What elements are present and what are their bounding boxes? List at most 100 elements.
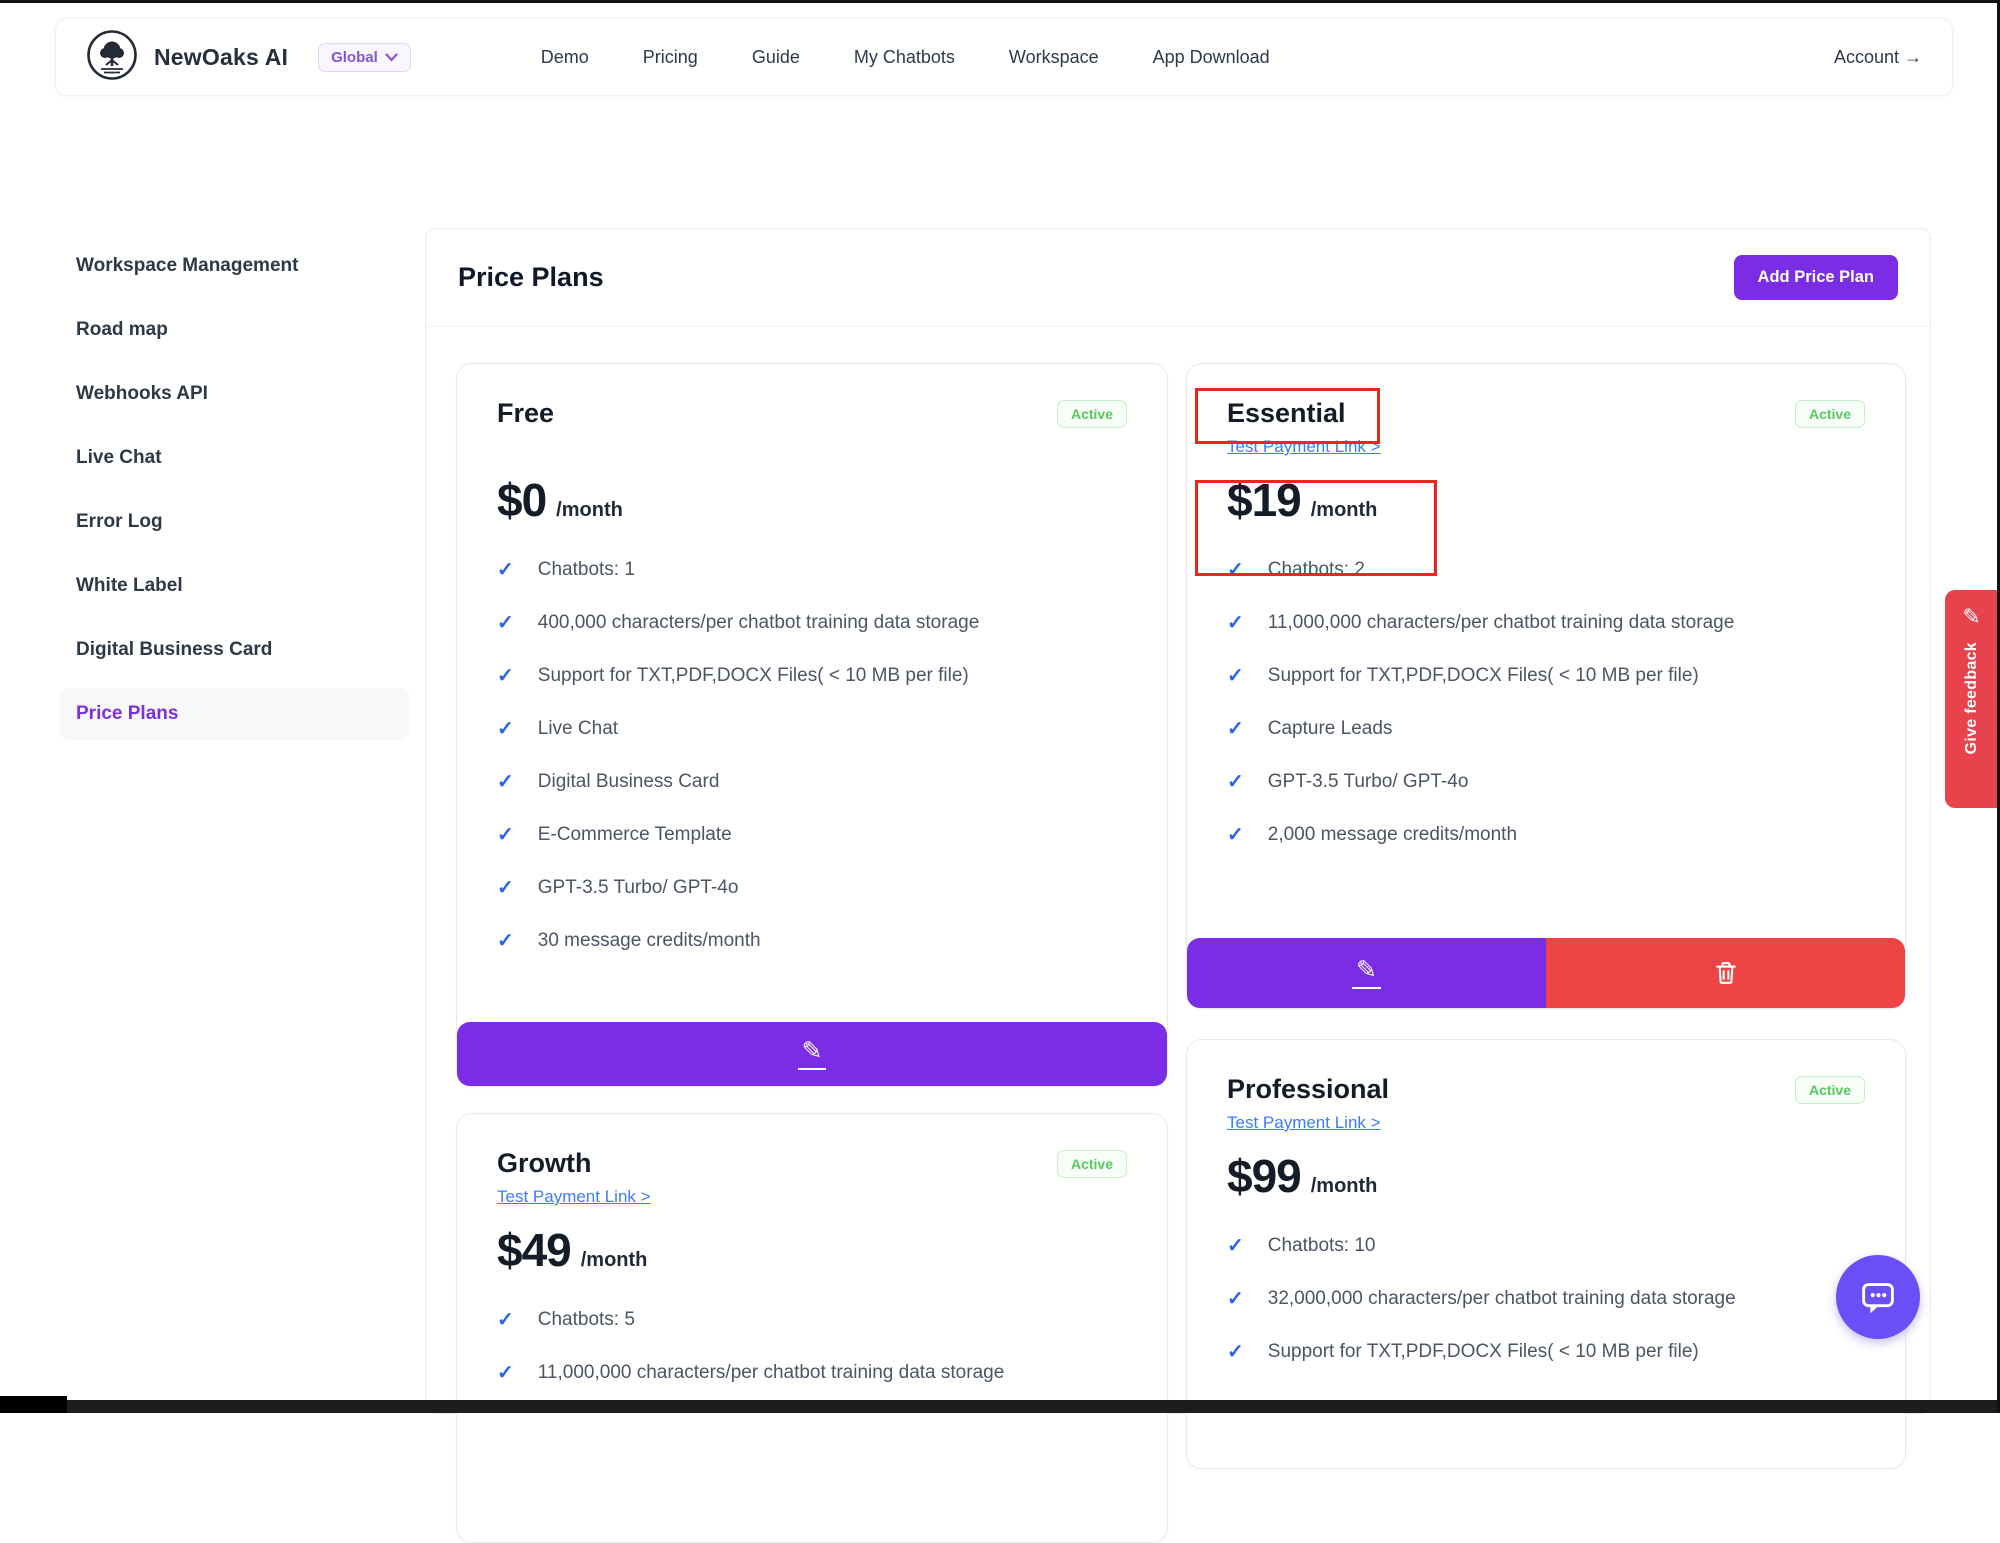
top-navigation-bar: NewOaks AI Global Demo Pricing Guide My … xyxy=(55,18,1953,96)
check-icon: ✓ xyxy=(1227,1341,1244,1363)
chat-widget-button[interactable] xyxy=(1836,1255,1920,1339)
chat-bubble-icon xyxy=(1855,1274,1901,1320)
status-badge: Active xyxy=(1795,400,1865,428)
price-amount: $0 xyxy=(497,473,546,527)
feature-item: ✓GPT-3.5 Turbo/ GPT-4o xyxy=(497,877,1127,899)
check-icon: ✓ xyxy=(1227,824,1244,846)
feature-item: ✓30 message credits/month xyxy=(497,930,1127,952)
account-link[interactable]: Account → xyxy=(1834,47,1922,68)
nav-item-pricing[interactable]: Pricing xyxy=(643,47,698,68)
sidebar-item-workspace-management[interactable]: Workspace Management xyxy=(60,240,410,292)
sidebar-item-white-label[interactable]: White Label xyxy=(60,560,410,612)
page-title: Price Plans xyxy=(458,262,604,293)
price-period: /month xyxy=(1311,1175,1378,1198)
check-icon: ✓ xyxy=(497,877,514,899)
brand-name: NewOaks AI xyxy=(154,44,288,71)
price-period: /month xyxy=(581,1249,648,1272)
give-feedback-tab[interactable]: ✎ Give feedback xyxy=(1945,590,1998,808)
plan-name: Free xyxy=(497,398,554,429)
status-badge: Active xyxy=(1795,1076,1865,1104)
feature-item: ✓Support for TXT,PDF,DOCX Files( < 10 MB… xyxy=(1227,1341,1865,1363)
price-amount: $49 xyxy=(497,1223,571,1277)
nav-item-guide[interactable]: Guide xyxy=(752,47,800,68)
price-period: /month xyxy=(1311,499,1378,522)
nav-item-workspace[interactable]: Workspace xyxy=(1009,47,1099,68)
edit-plan-button[interactable]: ✎ xyxy=(1187,938,1546,1008)
edit-icon: ✎ xyxy=(798,1039,827,1070)
plan-card-essential: Essential Active Test Payment Link > $19… xyxy=(1186,363,1906,1009)
edit-icon: ✎ xyxy=(1352,958,1381,989)
feature-item: ✓Support for TXT,PDF,DOCX Files( < 10 MB… xyxy=(1227,665,1865,687)
region-label: Global xyxy=(331,49,378,66)
check-icon: ✓ xyxy=(497,718,514,740)
price-plans-panel: Price Plans Add Price Plan Free Active $… xyxy=(425,228,1931,1414)
check-icon: ✓ xyxy=(1227,718,1244,740)
check-icon: ✓ xyxy=(497,612,514,634)
main-nav: Demo Pricing Guide My Chatbots Workspace… xyxy=(541,47,1270,68)
feature-item: ✓Digital Business Card xyxy=(497,771,1127,793)
trash-icon xyxy=(1712,959,1740,987)
sidebar-item-webhooks-api[interactable]: Webhooks API xyxy=(60,368,410,420)
nav-item-app-download[interactable]: App Download xyxy=(1153,47,1270,68)
plan-price: $0 /month xyxy=(497,473,1127,527)
feature-item: ✓Live Chat xyxy=(497,718,1127,740)
feature-item: ✓Chatbots: 2 xyxy=(1227,559,1865,581)
status-badge: Active xyxy=(1057,400,1127,428)
region-selector[interactable]: Global xyxy=(318,43,411,72)
plan-price: $19 /month xyxy=(1227,473,1865,527)
price-amount: $19 xyxy=(1227,473,1301,527)
plan-actions: ✎ xyxy=(1187,938,1905,1008)
sidebar-item-live-chat[interactable]: Live Chat xyxy=(60,432,410,484)
check-icon: ✓ xyxy=(497,824,514,846)
feature-item: ✓Chatbots: 1 xyxy=(497,559,1127,581)
feature-item: ✓11,000,000 characters/per chatbot train… xyxy=(1227,612,1865,634)
feature-item: ✓GPT-3.5 Turbo/ GPT-4o xyxy=(1227,771,1865,793)
feature-list: ✓Chatbots: 2 ✓11,000,000 characters/per … xyxy=(1227,559,1865,846)
feature-item: ✓E-Commerce Template xyxy=(497,824,1127,846)
sidebar-item-road-map[interactable]: Road map xyxy=(60,304,410,356)
check-icon: ✓ xyxy=(1227,612,1244,634)
chevron-down-icon xyxy=(385,53,398,62)
check-icon: ✓ xyxy=(497,559,514,581)
sidebar-item-price-plans[interactable]: Price Plans xyxy=(60,688,410,740)
feature-item: ✓Support for TXT,PDF,DOCX Files( < 10 MB… xyxy=(497,665,1127,687)
feedback-pencil-icon: ✎ xyxy=(1962,606,1980,628)
delete-plan-button[interactable] xyxy=(1546,938,1905,1008)
edit-plan-button[interactable]: ✎ xyxy=(457,1022,1167,1086)
screenshot-border-bottom-left xyxy=(0,1396,67,1413)
newoaks-logo-icon xyxy=(86,29,138,86)
feature-item: ✓Chatbots: 10 xyxy=(1227,1235,1865,1257)
feature-item: ✓400,000 characters/per chatbot training… xyxy=(497,612,1127,634)
nav-item-my-chatbots[interactable]: My Chatbots xyxy=(854,47,955,68)
feature-item: ✓11,000,000 characters/per chatbot train… xyxy=(497,1362,1127,1384)
plan-card-growth: Growth Active Test Payment Link > $49 /m… xyxy=(456,1113,1168,1543)
settings-sidebar: Workspace Management Road map Webhooks A… xyxy=(60,240,410,752)
brand: NewOaks AI Global xyxy=(86,29,411,86)
check-icon: ✓ xyxy=(1227,559,1244,581)
plan-price: $49 /month xyxy=(497,1223,1127,1277)
panel-header: Price Plans Add Price Plan xyxy=(426,229,1930,327)
feedback-label: Give feedback xyxy=(1963,642,1981,754)
check-icon: ✓ xyxy=(497,930,514,952)
feature-item: ✓Capture Leads xyxy=(1227,718,1865,740)
sidebar-item-error-log[interactable]: Error Log xyxy=(60,496,410,548)
check-icon: ✓ xyxy=(497,1309,514,1331)
plan-price: $99 /month xyxy=(1227,1149,1865,1203)
nav-item-demo[interactable]: Demo xyxy=(541,47,589,68)
check-icon: ✓ xyxy=(497,771,514,793)
price-amount: $99 xyxy=(1227,1149,1301,1203)
plan-name: Professional xyxy=(1227,1074,1389,1105)
test-payment-link[interactable]: Test Payment Link > xyxy=(1227,1113,1381,1133)
add-price-plan-button[interactable]: Add Price Plan xyxy=(1734,255,1898,300)
check-icon: ✓ xyxy=(497,665,514,687)
check-icon: ✓ xyxy=(1227,1235,1244,1257)
sidebar-item-digital-business-card[interactable]: Digital Business Card xyxy=(60,624,410,676)
screenshot-border-bottom xyxy=(0,1400,2000,1413)
check-icon: ✓ xyxy=(497,1362,514,1384)
status-badge: Active xyxy=(1057,1150,1127,1178)
feature-list: ✓Chatbots: 10 ✓32,000,000 characters/per… xyxy=(1227,1235,1865,1363)
screenshot-border-top xyxy=(0,0,2000,3)
test-payment-link[interactable]: Test Payment Link > xyxy=(497,1187,651,1207)
plan-name: Growth xyxy=(497,1148,592,1179)
test-payment-link[interactable]: Test Payment Link > xyxy=(1227,437,1381,457)
